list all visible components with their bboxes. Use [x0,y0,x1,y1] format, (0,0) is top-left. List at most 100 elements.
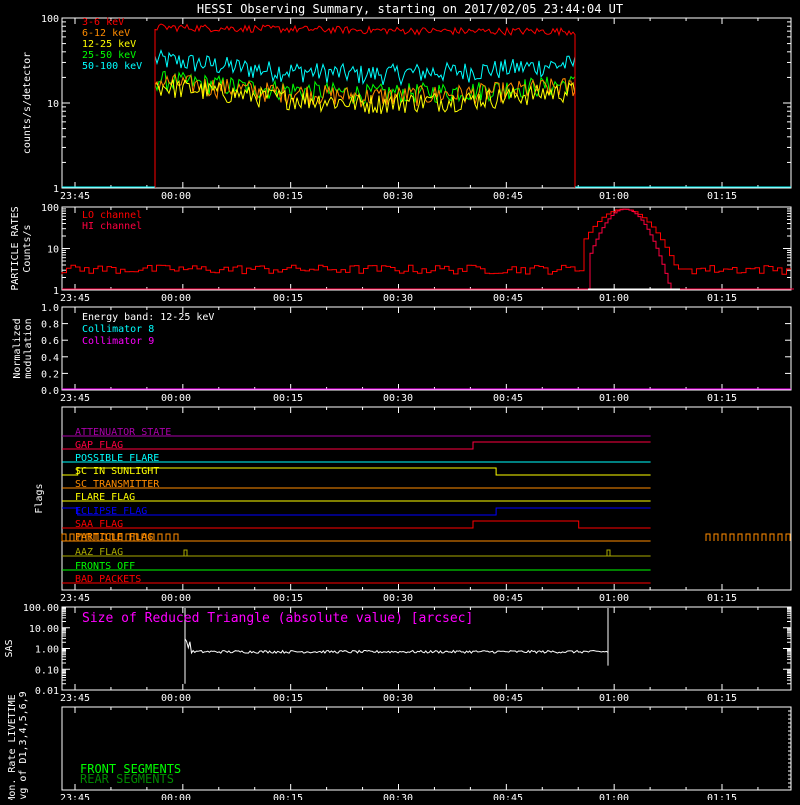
particle-xtick-label: 23:45 [60,293,90,304]
flag-label-5: FLARE FLAG [75,492,135,503]
countrates-series-2 [154,79,576,188]
modulation-ytick-label: 0.2 [41,369,59,380]
particle-frame [61,206,792,291]
flag-particle-pulses [61,533,791,542]
sas-ytick-label: 1.00 [35,645,59,656]
modulation-xtick-label: 00:00 [161,393,191,404]
figure-title: HESSI Observing Summary, starting on 201… [197,2,623,16]
modulation-ylabel-1: Normalized [12,318,23,378]
particle-ylabel-2: Counts/s [22,224,33,272]
sas-xtick-label: 01:15 [707,693,737,704]
flag-label-1: GAP FLAG [75,440,123,451]
livetime-xtick-label: 00:15 [273,793,303,800]
sas-xtick-label: 00:45 [493,693,523,704]
livetime-xtick-label: 23:45 [60,793,90,800]
modulation-legend-c9: Collimator 9 [82,336,154,347]
countrates-xtick-label: 01:15 [707,191,737,202]
figure-svg: HESSI Observing Summary, starting on 201… [4,2,794,805]
sas-xtick-label: 23:45 [60,693,90,704]
countrates-xtick-label: 01:00 [599,191,629,202]
countrates-ytick-label: 100 [41,14,59,25]
flag-label-4: SC TRANSMITTER [75,479,160,490]
flags-frame [61,406,792,591]
flag-label-0: ATTENUATOR STATE [75,427,171,438]
flags-ylabel: Flags [34,483,45,513]
countrates-xtick-label: 00:15 [273,191,303,202]
livetime-xtick-label: 01:00 [599,793,629,800]
flag-label-9: AAZ FLAG [75,547,123,558]
flags-xtick-label: 01:00 [599,593,629,604]
livetime-xtick-label: 01:15 [707,793,737,800]
countrates-xtick-label: 00:30 [383,191,413,202]
countrates-series-4 [154,48,576,188]
countrates-ytick-label: 1 [53,184,59,195]
countrates-ytick-label: 10 [47,99,59,110]
flag-label-2: POSSIBLE FLARE [75,453,159,464]
particle-ytick-label: 10 [47,245,59,256]
flags-xtick-label: 00:45 [493,593,523,604]
sas-ytick-label: 10.00 [29,624,59,635]
sas-ytick-label: 0.10 [35,665,59,676]
modulation-ytick-label: 0.0 [41,386,59,397]
particle-lo-series [61,208,791,275]
countrates-legend-3: 25-50 keV [82,50,136,61]
livetime-xtick-label: 00:45 [493,793,523,800]
particle-ytick-label: 1 [53,286,59,297]
livetime-ylabel-2: avg of D1,3,4,5,6,9 [18,691,29,800]
flag-label-7: SAA FLAG [75,519,123,530]
flag-label-10: FRONTS OFF [75,561,135,572]
countrates-legend-2: 12-25 keV [82,39,136,50]
modulation-ylabel-2: modulation [23,318,34,378]
modulation-legend-band: Energy band: 12-25 keV [82,312,214,323]
countrates-frame [61,17,792,189]
flags-xtick-label: 01:15 [707,593,737,604]
countrates-legend-1: 6-12 keV [82,28,130,39]
particle-xtick-label: 00:45 [493,293,523,304]
particle-hi-series [62,208,794,290]
flag-label-3: SC IN SUNLIGHT [75,466,159,477]
particle-xtick-label: 01:15 [707,293,737,304]
flags-xtick-label: 00:00 [161,593,191,604]
countrates-xtick-label: 00:45 [493,191,523,202]
flags-xtick-label: 00:30 [383,593,413,604]
sas-xtick-label: 00:00 [161,693,191,704]
flag-line-6 [62,507,651,516]
countrates-legend-4: 50-100 keV [82,61,142,72]
modulation-xtick-label: 23:45 [60,393,90,404]
modulation-ytick-label: 0.6 [41,336,59,347]
modulation-xtick-label: 00:15 [273,393,303,404]
flags-xtick-label: 00:15 [273,593,303,604]
sas-xtick-label: 00:15 [273,693,303,704]
countrates-series-0 [154,23,576,188]
sas-xtick-label: 01:00 [599,693,629,704]
sas-ylabel: SAS [4,639,15,657]
countrates-xtick-label: 23:45 [60,191,90,202]
particle-xtick-label: 00:00 [161,293,191,304]
sas-xtick-label: 00:30 [383,693,413,704]
particle-legend-hi: HI channel [82,221,142,232]
livetime-xtick-label: 00:00 [161,793,191,800]
livetime-xtick-label: 00:30 [383,793,413,800]
flag-line-7 [62,520,651,529]
sas-ytick-label: 100.00 [23,603,59,614]
modulation-xtick-label: 01:00 [599,393,629,404]
particle-ytick-label: 100 [41,203,59,214]
sas-ytick-label: 0.01 [35,686,59,697]
particle-ylabel-1: PARTICLE RATES [10,206,21,290]
flag-aaz-pulses [183,549,611,556]
particle-legend-lo: LO channel [82,210,142,221]
flags-xtick-label: 23:45 [60,593,90,604]
countrates-legend-0: 3-6 keV [82,17,124,28]
hessi-summary-figure: HESSI Observing Summary, starting on 201… [0,0,800,805]
modulation-ytick-label: 0.8 [41,320,59,331]
particle-xtick-label: 00:30 [383,293,413,304]
livetime-legend-rear: REAR SEGMENTS [80,772,174,786]
livetime-ylabel-1: Mon. Rate LIVETIME [7,694,18,800]
flag-line-1 [62,441,651,450]
modulation-ytick-label: 1.0 [41,303,59,314]
modulation-xtick-label: 00:45 [493,393,523,404]
countrates-xtick-label: 00:00 [161,191,191,202]
countrates-ylabel: counts/s/detector [22,52,33,154]
particle-xtick-label: 01:00 [599,293,629,304]
modulation-xtick-label: 01:15 [707,393,737,404]
